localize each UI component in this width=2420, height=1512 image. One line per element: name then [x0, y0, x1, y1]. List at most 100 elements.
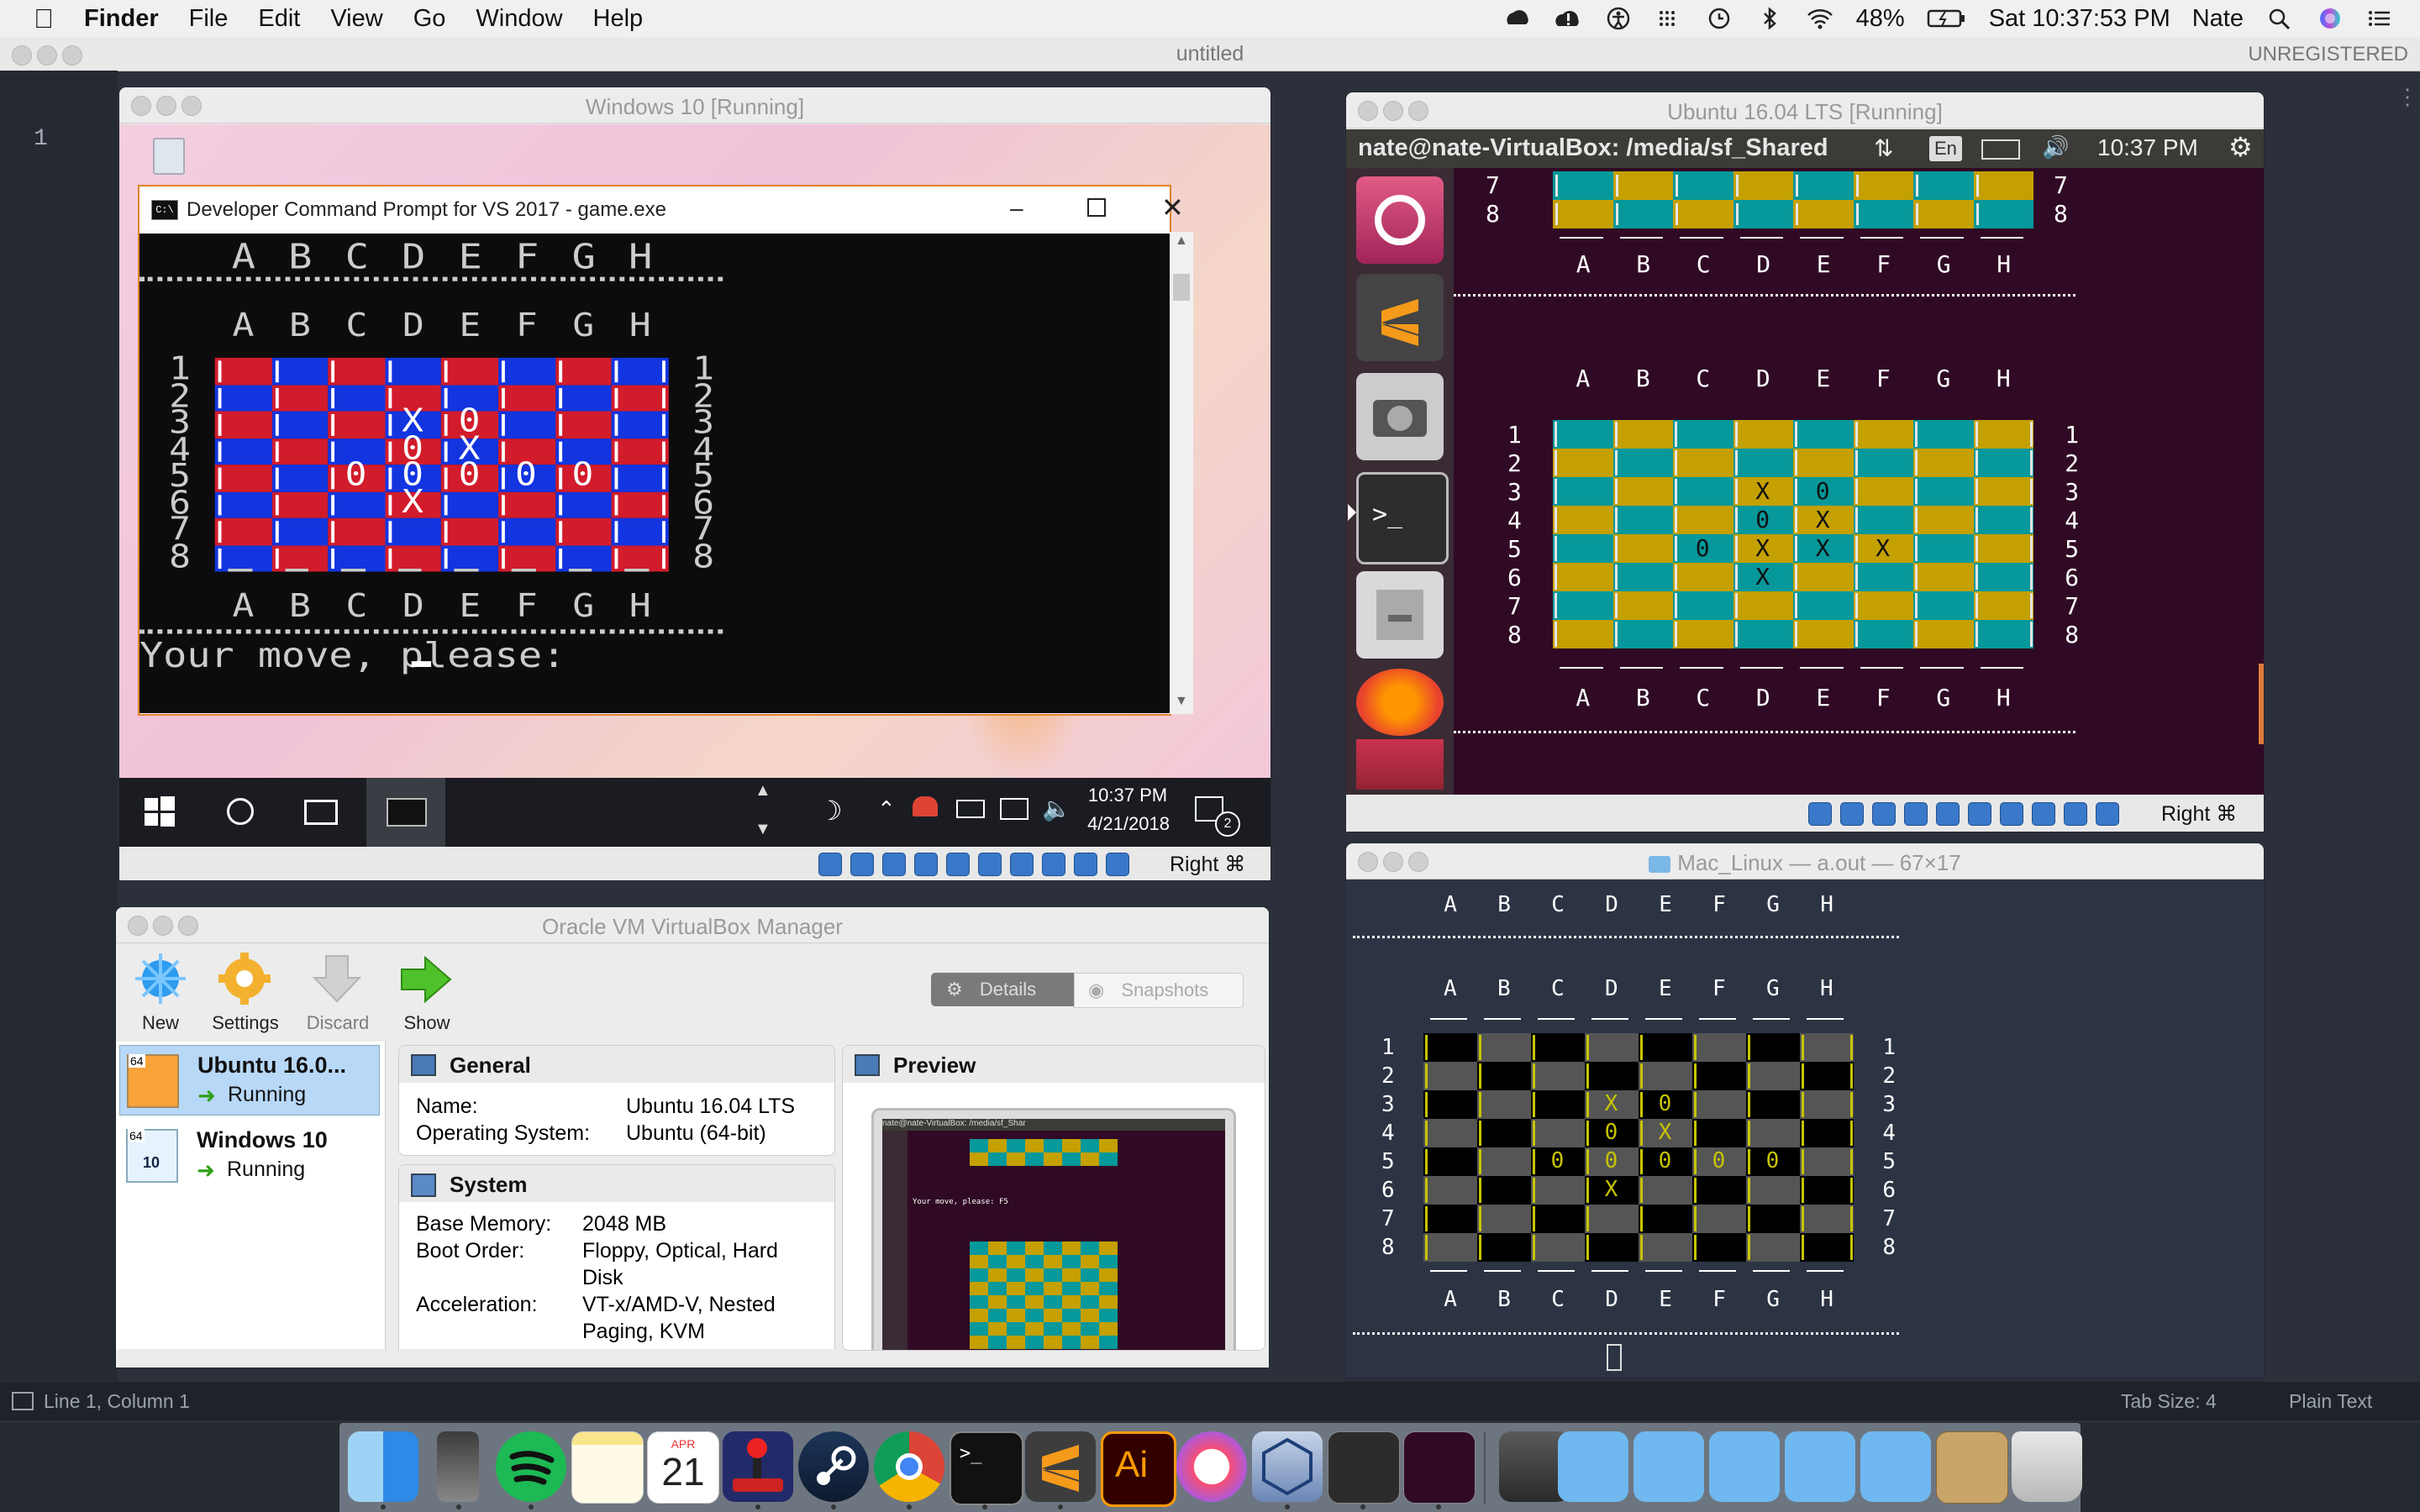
- cmd-console[interactable]: ABCDEFGHABCDEFGHABCDEFGH112233X0440X5500…: [139, 234, 1188, 714]
- apple-icon[interactable]: : [34, 3, 54, 34]
- shared-folder-icon[interactable]: [946, 853, 970, 876]
- optical-icon[interactable]: [1840, 802, 1864, 826]
- show-button[interactable]: Show: [385, 949, 469, 1034]
- creative-cloud-icon[interactable]: [1503, 6, 1532, 31]
- illustrator-dock-icon[interactable]: Ai: [1101, 1431, 1176, 1507]
- finder-dock-icon[interactable]: [348, 1431, 418, 1502]
- menu-edit[interactable]: Edit: [258, 5, 300, 33]
- ubuntu-dash-icon[interactable]: [1356, 176, 1444, 264]
- battery-indicator-icon[interactable]: [1981, 139, 2020, 160]
- terminal-launcher-icon[interactable]: >_: [1356, 472, 1449, 564]
- time-machine-icon[interactable]: [1705, 6, 1733, 31]
- recording-icon[interactable]: [1074, 853, 1097, 876]
- windows-start-icon[interactable]: [145, 796, 175, 831]
- bluetooth-icon[interactable]: [1755, 6, 1784, 31]
- notes-dock-icon[interactable]: [571, 1431, 644, 1504]
- software-center-icon[interactable]: [1356, 739, 1444, 790]
- cpu-icon[interactable]: [1042, 853, 1065, 876]
- terminal-scroll-indicator[interactable]: [2259, 664, 2264, 744]
- accessibility-icon[interactable]: [1604, 6, 1633, 31]
- shared-folder-icon[interactable]: [1936, 802, 1960, 826]
- cloud-alert-icon[interactable]: [1554, 6, 1582, 31]
- usb-icon[interactable]: [914, 853, 938, 876]
- tab-size[interactable]: Tab Size: 4: [2121, 1390, 2217, 1413]
- taskbar-cmd-button[interactable]: [366, 778, 445, 850]
- cpu-icon[interactable]: [2032, 802, 2055, 826]
- menu-view[interactable]: View: [330, 5, 382, 33]
- menu-app-name[interactable]: Finder: [84, 5, 159, 33]
- siri-icon[interactable]: [2316, 6, 2344, 31]
- drive-folder-dock-icon[interactable]: [1558, 1431, 1628, 1502]
- network-icon[interactable]: [1010, 853, 1034, 876]
- spotlight-icon[interactable]: [2265, 6, 2294, 31]
- usb-icon[interactable]: [1904, 802, 1928, 826]
- details-tab[interactable]: ⚙ Details: [931, 973, 1074, 1006]
- battery-icon[interactable]: [1927, 6, 1967, 31]
- general-header[interactable]: General: [399, 1046, 834, 1083]
- terminal-dock-icon[interactable]: >_: [950, 1431, 1023, 1505]
- mouse-integration-icon[interactable]: [1106, 853, 1129, 876]
- display-icon[interactable]: [1968, 802, 1991, 826]
- camera-app-icon[interactable]: [1356, 373, 1444, 460]
- vm-item-windows[interactable]: 64 10 Windows 10 ➜ Running: [119, 1121, 378, 1189]
- more-icon[interactable]: ⋮: [2396, 84, 2418, 110]
- sublime-launcher-icon[interactable]: [1356, 274, 1444, 361]
- battery-tray-icon[interactable]: [956, 800, 985, 818]
- screenshots-folder-dock-icon[interactable]: [1785, 1431, 1855, 1502]
- snapshots-tab[interactable]: ◉ Snapshots: [1074, 973, 1244, 1008]
- phone-dock-icon[interactable]: [437, 1431, 479, 1502]
- vm-window-dock-icon[interactable]: [1328, 1431, 1400, 1504]
- menu-go[interactable]: Go: [413, 5, 446, 33]
- menu-help[interactable]: Help: [593, 5, 644, 33]
- minimize-button[interactable]: –: [1010, 195, 1023, 222]
- taskbar-scroll-down[interactable]: ▼: [755, 820, 771, 839]
- scroll-down-icon[interactable]: ▼: [1175, 694, 1188, 709]
- system-gear-icon[interactable]: ⚙: [2228, 131, 2253, 163]
- maximize-button[interactable]: [1087, 198, 1106, 217]
- archive-dock-icon[interactable]: [1936, 1431, 2008, 1504]
- cortana-icon[interactable]: [227, 798, 254, 825]
- menu-clock[interactable]: Sat 10:37:53 PM: [1989, 5, 2170, 33]
- people-icon[interactable]: ☽: [818, 795, 843, 827]
- recycle-bin-icon[interactable]: [153, 138, 185, 175]
- audio-icon[interactable]: [1872, 802, 1896, 826]
- wifi-icon[interactable]: [1806, 6, 1834, 31]
- calendar-dock-icon[interactable]: APR 21: [647, 1431, 719, 1504]
- trash-dock-icon[interactable]: [2012, 1431, 2082, 1502]
- steam-dock-icon[interactable]: [798, 1431, 869, 1502]
- taskbar-scroll-up[interactable]: ▲: [755, 781, 771, 801]
- itunes-dock-icon[interactable]: [1176, 1431, 1247, 1502]
- firefox-icon[interactable]: [1356, 669, 1444, 736]
- taskbar-time[interactable]: 10:37 PM: [1086, 785, 1170, 806]
- cmd-scrollbar[interactable]: ▲ ▼: [1170, 232, 1193, 714]
- dots-grid-icon[interactable]: [1655, 6, 1683, 31]
- preview-header[interactable]: Preview: [843, 1046, 1265, 1083]
- hard-disk-icon[interactable]: [1808, 802, 1832, 826]
- task-view-icon[interactable]: [304, 800, 338, 825]
- cloud-warning-icon[interactable]: [913, 796, 938, 816]
- audio-icon[interactable]: [882, 853, 906, 876]
- notification-center-icon[interactable]: [2366, 6, 2395, 31]
- network-icon[interactable]: [2000, 802, 2023, 826]
- display-icon[interactable]: [978, 853, 1002, 876]
- chrome-dock-icon[interactable]: [874, 1431, 944, 1502]
- syntax-mode[interactable]: Plain Text: [2289, 1390, 2372, 1413]
- icloud-folder-dock-icon[interactable]: [1709, 1431, 1780, 1502]
- mouse-integration-icon[interactable]: [2096, 802, 2119, 826]
- ubuntu-window-dock-icon[interactable]: [1403, 1431, 1476, 1504]
- menu-user[interactable]: Nate: [2192, 5, 2244, 33]
- ubuntu-clock[interactable]: 10:37 PM: [2097, 134, 2198, 161]
- virtualbox-dock-icon[interactable]: [1252, 1431, 1323, 1502]
- system-header[interactable]: System: [399, 1165, 834, 1202]
- network-icon[interactable]: [1000, 798, 1028, 820]
- keyboard-layout[interactable]: En: [1929, 136, 1962, 161]
- ubuntu-terminal[interactable]: 7788ABCDEFGHABCDEFGHABCDEFGH112233X0440X…: [1454, 168, 2264, 795]
- sublime-dock-icon[interactable]: [1025, 1431, 1096, 1502]
- files-cabinet-icon[interactable]: [1356, 571, 1444, 659]
- recording-icon[interactable]: [2064, 802, 2087, 826]
- applications-folder-dock-icon[interactable]: [1634, 1431, 1704, 1502]
- optical-icon[interactable]: [850, 853, 874, 876]
- show-hidden-icons[interactable]: ⌃: [877, 796, 896, 822]
- discard-button[interactable]: Discard: [296, 949, 380, 1034]
- taskbar-date[interactable]: 4/21/2018: [1082, 813, 1175, 835]
